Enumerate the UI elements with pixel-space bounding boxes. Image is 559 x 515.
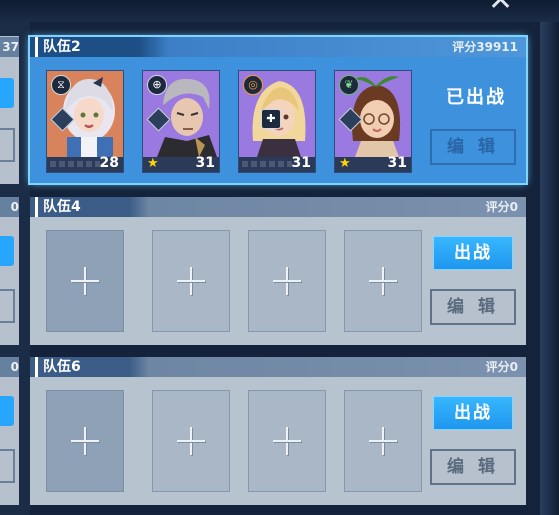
team-header: 队伍2 评分39911 [30, 37, 526, 57]
empty-member-slot[interactable] [46, 390, 124, 492]
left-battle-button-bot[interactable] [0, 396, 14, 426]
search-icon: ◎ [243, 75, 263, 95]
add-icon [369, 267, 397, 295]
team-name: 队伍6 [35, 357, 81, 377]
member-card-4[interactable]: ★ 31 ❦ [334, 70, 412, 173]
member-card-3[interactable]: 31 ◎ ✚ [238, 70, 316, 173]
member-level: 31 [291, 155, 311, 171]
left-team-score-bot: 0 [0, 357, 19, 377]
member-card-1[interactable]: 28 ⧖ [46, 70, 124, 173]
left-edit-button-mid[interactable] [0, 289, 15, 323]
top-bar [0, 0, 559, 22]
empty-member-slot[interactable] [152, 390, 230, 492]
hourglass-icon: ⧖ [51, 75, 71, 95]
add-icon [177, 427, 205, 455]
member-level: 31 [195, 155, 215, 171]
star-icon: ★ [339, 156, 351, 171]
leaf-icon: ❦ [339, 75, 359, 95]
left-edit-button-top[interactable] [0, 128, 15, 162]
left-team-score-mid: 0 [0, 197, 19, 217]
team-score: 评分0 [485, 360, 518, 374]
left-team-score-top: 37 [0, 37, 19, 57]
left-edit-button-bot[interactable] [0, 449, 15, 483]
member-level: 31 [387, 155, 407, 171]
edit-button[interactable]: 编 辑 [430, 449, 516, 485]
team-card-2[interactable]: 队伍2 评分39911 28 ⧖ ★ 31 ⊕ 31 ◎ ✚ ★ 31 ❦ 已出… [30, 37, 526, 183]
member-card-2[interactable]: ★ 31 ⊕ [142, 70, 220, 173]
team-name: 队伍2 [35, 37, 81, 57]
crosshair-icon: ⊕ [147, 75, 167, 95]
member-level: 28 [99, 155, 119, 171]
close-icon[interactable]: ✕ [488, 0, 513, 16]
battle-button[interactable]: 出战 [433, 396, 513, 430]
battle-button[interactable]: 出战 [433, 236, 513, 270]
team-score: 评分39911 [452, 40, 518, 54]
right-edge [540, 22, 559, 515]
left-battle-button-top[interactable] [0, 78, 14, 108]
star-icon: ★ [147, 156, 159, 171]
shield-icon: ✚ [261, 109, 281, 129]
left-battle-button-mid[interactable] [0, 236, 14, 266]
add-icon [177, 267, 205, 295]
edit-button[interactable]: 编 辑 [430, 129, 516, 165]
team-name: 队伍4 [35, 197, 81, 217]
add-icon [369, 427, 397, 455]
add-icon [71, 427, 99, 455]
edit-button[interactable]: 编 辑 [430, 289, 516, 325]
deployed-status: 已出战 [446, 87, 506, 108]
empty-member-slot[interactable] [344, 390, 422, 492]
add-icon [273, 267, 301, 295]
empty-member-slot[interactable] [248, 390, 326, 492]
team-header: 队伍4 评分0 [30, 197, 526, 217]
empty-member-slot[interactable] [152, 230, 230, 332]
team-card-6[interactable]: 队伍6 评分0 出战 编 辑 [30, 357, 526, 505]
star-rating [50, 161, 100, 167]
empty-member-slot[interactable] [46, 230, 124, 332]
add-icon [273, 427, 301, 455]
team-card-4[interactable]: 队伍4 评分0 出战 编 辑 [30, 197, 526, 345]
star-rating [242, 161, 292, 167]
team-header: 队伍6 评分0 [30, 357, 526, 377]
empty-member-slot[interactable] [248, 230, 326, 332]
add-icon [71, 267, 99, 295]
team-score: 评分0 [485, 200, 518, 214]
empty-member-slot[interactable] [344, 230, 422, 332]
